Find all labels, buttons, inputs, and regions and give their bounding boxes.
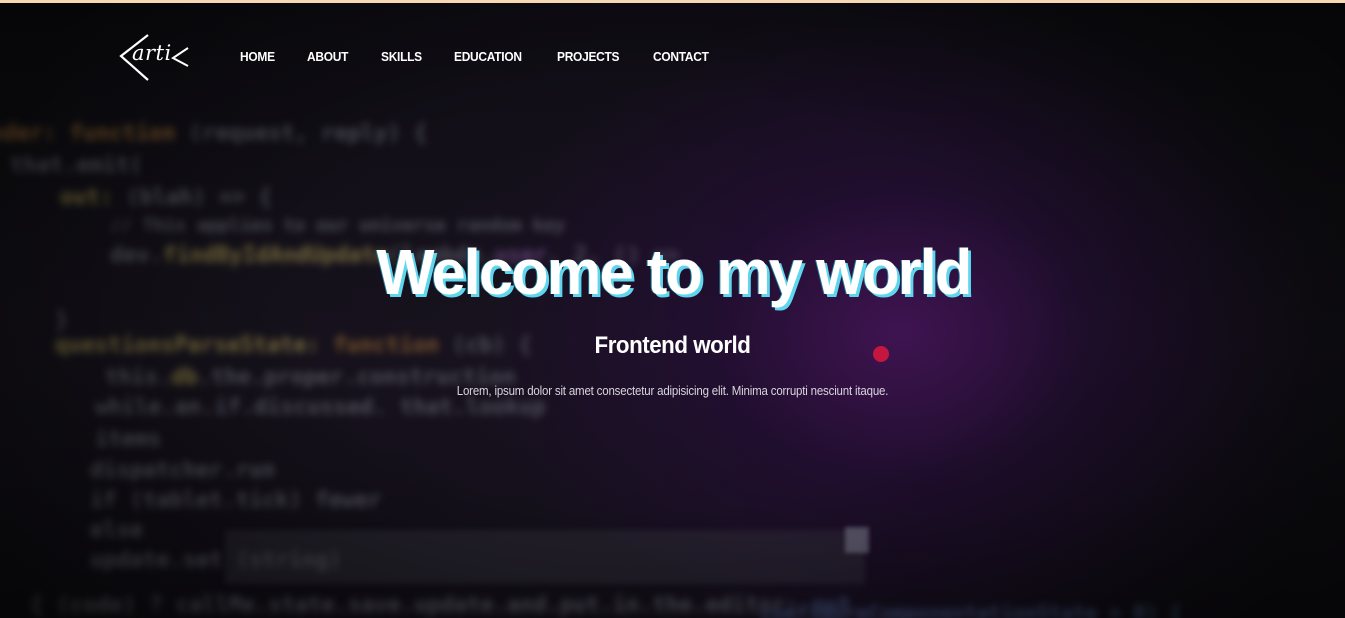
nav-education[interactable]: EDUCATION [454,49,522,64]
site-header: arti HOME ABOUT SKILLS EDUCATION PROJECT… [118,31,743,83]
logo-text: arti [132,41,172,65]
nav-projects[interactable]: PROJECTS [557,49,620,64]
cursor-dot [873,346,889,362]
nav-contact[interactable]: CONTACT [653,49,709,64]
page: nder: function (request, reply) { that.e… [0,0,1345,618]
vignette-overlay [0,3,1345,618]
main-nav: HOME ABOUT SKILLS EDUCATION PROJECTS CON… [240,49,743,64]
hero-subtitle: Frontend world [594,332,751,359]
nav-about[interactable]: ABOUT [307,49,348,64]
hero-title: Welcome to my world [376,236,973,308]
nav-skills[interactable]: SKILLS [381,49,422,64]
hero-description: Lorem, ipsum dolor sit amet consectetur … [456,384,889,398]
logo[interactable]: arti [118,32,190,82]
nav-home[interactable]: HOME [240,49,275,64]
